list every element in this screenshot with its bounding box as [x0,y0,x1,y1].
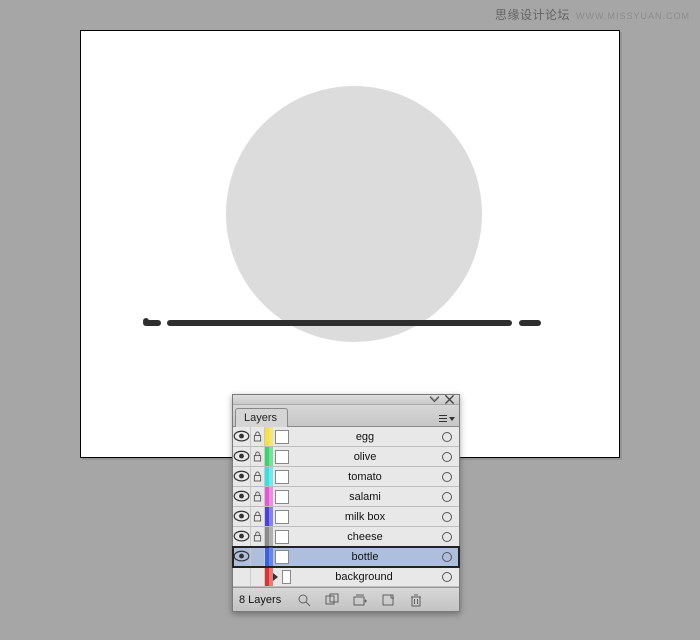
new-sublayer-icon[interactable] [351,592,369,608]
layer-name-label[interactable]: milk box [291,507,435,526]
new-layer-icon[interactable] [379,592,397,608]
layer-thumbnail [275,510,289,524]
locate-object-icon[interactable] [295,592,313,608]
layers-panel: Layers eggolivetomatosalamimilk boxchees… [232,394,460,612]
layer-count-label: 8 Layers [239,594,281,606]
layer-name-label[interactable]: olive [291,447,435,466]
lock-toggle[interactable] [251,487,265,506]
panel-tabbar: Layers [233,405,459,427]
visibility-toggle[interactable] [233,427,251,446]
close-icon[interactable] [444,396,455,403]
layer-thumbnail [275,490,289,504]
layer-color-stripe [269,507,273,526]
delete-layer-icon[interactable] [407,592,425,608]
target-icon[interactable] [435,507,459,526]
layer-row-cheese[interactable]: cheese [233,527,459,547]
watermark-main: 思缘设计论坛 [495,6,570,23]
panel-menu-button[interactable] [439,412,455,426]
panel-footer: 8 Layers [233,587,459,611]
visibility-toggle[interactable] [233,527,251,546]
lock-toggle[interactable] [251,447,265,466]
visibility-toggle[interactable] [233,547,251,566]
ground-line [143,318,563,328]
target-icon[interactable] [435,527,459,546]
panel-window-controls [233,395,459,405]
layer-name-label[interactable]: background [291,567,435,586]
visibility-toggle[interactable] [233,487,251,506]
footer-spacer-icon [435,592,453,608]
watermark: 思缘设计论坛 WWW.MISSYUAN.COM [495,6,690,23]
layer-thumbnail [275,550,289,564]
layer-color-stripe [269,567,273,586]
target-icon[interactable] [435,467,459,486]
make-clipping-mask-icon[interactable] [323,592,341,608]
layer-color-stripe [269,547,273,566]
layers-list: eggolivetomatosalamimilk boxcheesebottle… [233,427,459,587]
layer-row-tomato[interactable]: tomato [233,467,459,487]
layer-thumbnail [275,470,289,484]
lock-toggle[interactable] [251,507,265,526]
layer-row-egg[interactable]: egg [233,427,459,447]
lock-toggle[interactable] [251,567,265,586]
visibility-toggle[interactable] [233,567,251,586]
layer-name-label[interactable]: salami [291,487,435,506]
layer-name-label[interactable]: tomato [291,467,435,486]
background-circle [226,86,482,342]
collapse-icon[interactable] [429,396,440,403]
layer-row-milk-box[interactable]: milk box [233,507,459,527]
watermark-sub: WWW.MISSYUAN.COM [576,11,690,21]
layer-name-label[interactable]: cheese [291,527,435,546]
target-icon[interactable] [435,427,459,446]
layer-name-label[interactable]: egg [291,427,435,446]
lock-toggle[interactable] [251,427,265,446]
layer-thumbnail [275,450,289,464]
layer-row-salami[interactable]: salami [233,487,459,507]
layer-color-stripe [269,467,273,486]
layer-thumbnail [275,530,289,544]
visibility-toggle[interactable] [233,467,251,486]
target-icon[interactable] [435,547,459,566]
lock-toggle[interactable] [251,527,265,546]
layer-row-olive[interactable]: olive [233,447,459,467]
layer-color-stripe [269,427,273,446]
layer-name-label[interactable]: bottle [291,547,435,566]
layer-color-stripe [269,487,273,506]
visibility-toggle[interactable] [233,447,251,466]
lock-toggle[interactable] [251,547,265,566]
lock-toggle[interactable] [251,467,265,486]
layer-row-background[interactable]: background [233,567,459,587]
target-icon[interactable] [435,447,459,466]
target-icon[interactable] [435,487,459,506]
layer-color-stripe [269,527,273,546]
expand-triangle-icon[interactable] [273,573,278,581]
layer-row-bottle[interactable]: bottle [233,547,459,567]
layer-thumbnail [275,430,289,444]
visibility-toggle[interactable] [233,507,251,526]
layer-color-stripe [269,447,273,466]
target-icon[interactable] [435,567,459,586]
layer-thumbnail [282,570,291,584]
tab-layers[interactable]: Layers [235,408,288,427]
